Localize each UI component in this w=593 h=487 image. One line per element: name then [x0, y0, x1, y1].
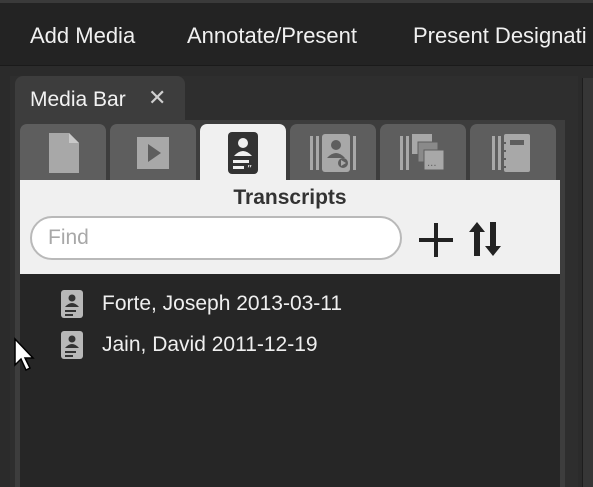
top-menu-bar: Add Media Annotate/Present Present Desig… [0, 0, 593, 66]
find-input[interactable] [46, 218, 380, 258]
list-item-label: Jain, David 2011-12-19 [102, 333, 318, 356]
tab-transcripts[interactable]: ” [200, 124, 286, 182]
stack-icon: ... [400, 134, 445, 171]
menu-annotate-present[interactable]: Annotate/Present [187, 23, 357, 49]
list-item[interactable]: Jain, David 2011-12-19 [60, 329, 318, 361]
svg-text:”: ” [247, 164, 252, 175]
tab-slides[interactable]: ... [380, 124, 466, 182]
find-field[interactable] [30, 216, 402, 260]
tab-media-bar[interactable]: Media Bar ✕ [15, 76, 185, 121]
play-icon [137, 137, 169, 169]
list-item[interactable]: Forte, Joseph 2013-03-11 [60, 288, 342, 320]
tab-documents[interactable] [20, 124, 106, 182]
svg-text:...: ... [427, 158, 437, 169]
mouse-cursor-icon [14, 337, 35, 372]
list-item-label: Forte, Joseph 2013-03-11 [102, 292, 343, 315]
tab-video-clips[interactable] [290, 124, 376, 182]
tab-notebook[interactable] [470, 124, 556, 182]
menu-add-media[interactable]: Add Media [30, 23, 135, 49]
transcript-icon: ” [228, 132, 258, 175]
close-icon[interactable]: ✕ [148, 87, 166, 109]
transcript-icon [61, 331, 83, 359]
menu-present-designations[interactable]: Present Designati [413, 23, 587, 49]
tab-media-bar-label: Media Bar [30, 88, 126, 111]
transcript-list: Forte, Joseph 2013-03-11 Jain, David 201… [20, 274, 560, 487]
notebook-icon [492, 134, 530, 172]
transcript-icon [61, 290, 83, 318]
media-bar-panel: ” ... Transcripts Find Forte, Joseph 201… [15, 120, 565, 487]
right-panel-edge [582, 78, 593, 487]
add-icon[interactable] [418, 222, 454, 258]
tab-video[interactable] [110, 124, 196, 182]
section-title: Transcripts [233, 186, 347, 209]
transcripts-header: Transcripts [20, 180, 560, 274]
media-type-tabs: ” ... [20, 124, 560, 182]
clip-icon [310, 134, 356, 172]
document-icon [49, 133, 79, 173]
sort-icon[interactable] [467, 220, 503, 258]
